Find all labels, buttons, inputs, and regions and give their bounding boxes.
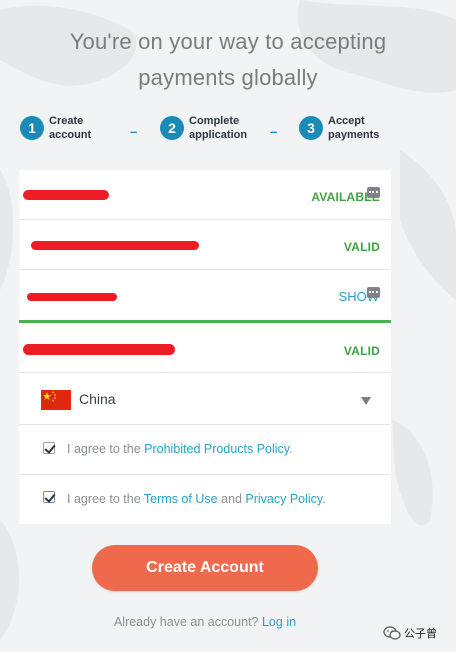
prohibited-policy-checkbox[interactable] (43, 442, 55, 454)
login-link[interactable]: Log in (262, 615, 296, 629)
step-label-line: account (49, 129, 92, 141)
redacted-confirm (23, 344, 175, 355)
agree-prefix-text: I agree to the (67, 442, 141, 456)
step-create-account: 1 Create account (20, 114, 119, 142)
step-label: Complete application (189, 114, 259, 142)
china-flag-icon (41, 390, 71, 410)
password-field[interactable]: SHOW (19, 270, 391, 320)
terms-checkbox[interactable] (43, 491, 55, 503)
password-manager-icon[interactable] (367, 187, 380, 198)
terms-of-use-link[interactable]: Terms of Use (144, 492, 218, 506)
period-text: . (289, 442, 293, 456)
step-label-line: Create (49, 115, 84, 127)
headline-line-2: payments globally (138, 65, 318, 90)
prohibited-policy-label: I agree to the Prohibited Products Polic… (67, 442, 293, 456)
privacy-policy-link[interactable]: Privacy Policy (245, 492, 322, 506)
step-label: Accept payments (328, 114, 398, 142)
headline-line-1: You're on your way to accepting (69, 29, 387, 54)
step-accept-payments: 3 Accept payments (299, 114, 398, 142)
create-account-button[interactable]: Create Account (92, 545, 318, 591)
watermark-text: 公子曾 (404, 628, 437, 640)
redacted-username (23, 190, 109, 200)
period-text: . (322, 492, 326, 506)
signup-progress-steps: 1 Create account – 2 Complete applicatio… (0, 114, 456, 148)
confirm-status-badge: VALID (343, 344, 380, 358)
step-label-line: application (189, 129, 248, 141)
page-headline: You're on your way to accepting payments… (0, 24, 456, 96)
wechat-icon (383, 626, 401, 640)
login-prompt: Already have an account? Log in (0, 615, 410, 629)
signup-form: AVAILABLE VALID SHOW VALID China I agree… (19, 170, 391, 524)
step-label-line: Accept (328, 115, 365, 127)
prohibited-policy-link[interactable]: Prohibited Products Policy (144, 442, 289, 456)
step-separator: – (130, 124, 138, 139)
step-number-1: 1 (20, 116, 44, 140)
terms-label: I agree to the Terms of Use and Privacy … (67, 492, 326, 506)
redacted-password (27, 293, 117, 301)
login-prompt-text: Already have an account? (113, 615, 259, 629)
step-complete-application: 2 Complete application (160, 114, 259, 142)
agree-prefix-text: I agree to the (67, 492, 141, 506)
wechat-watermark: 公子曾 (383, 625, 437, 641)
password-manager-icon[interactable] (367, 287, 380, 298)
country-value: China (79, 391, 116, 407)
username-field[interactable]: AVAILABLE (19, 170, 391, 220)
chevron-down-icon[interactable] (361, 397, 371, 405)
step-label-line: payments (328, 129, 380, 141)
step-number-3: 3 (299, 116, 323, 140)
email-status-badge: VALID (343, 240, 380, 254)
confirm-password-field[interactable]: VALID (19, 323, 391, 373)
email-field[interactable]: VALID (19, 220, 391, 270)
step-label: Create account (49, 114, 119, 142)
country-select[interactable] (19, 373, 391, 425)
step-number-2: 2 (160, 116, 184, 140)
step-label-line: Complete (189, 115, 240, 127)
step-separator: – (270, 124, 278, 139)
and-text: and (221, 492, 242, 506)
redacted-email (31, 241, 199, 250)
